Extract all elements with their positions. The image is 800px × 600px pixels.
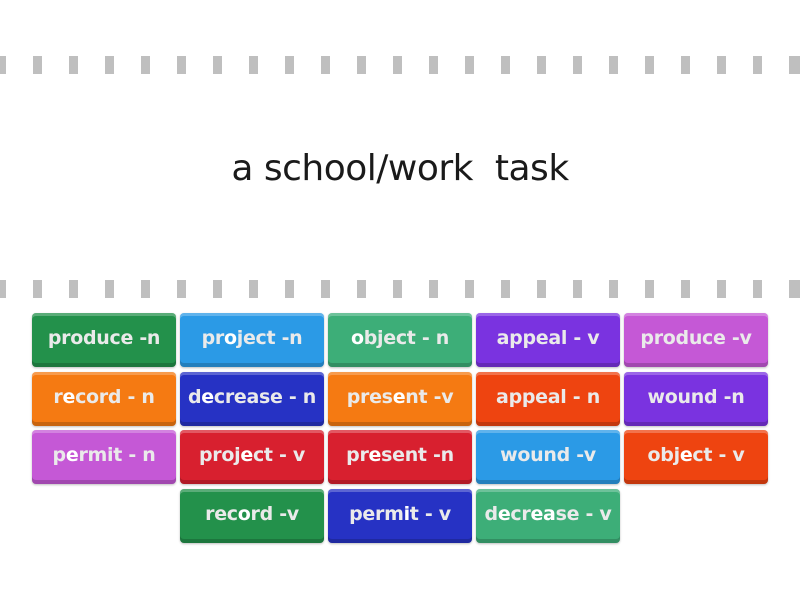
tile-stressed-letters: e: [62, 385, 76, 408]
tile-label-part: proj: [199, 444, 241, 466]
tile-label-part: pres: [346, 385, 393, 408]
tile-label-part: pr: [346, 444, 369, 466]
tile-stressed-letters: o: [223, 327, 237, 349]
answer-tile[interactable]: present -n: [328, 430, 472, 484]
tile-label-part: p: [52, 444, 67, 466]
tile-label-part: crease - n: [213, 385, 317, 408]
answer-tile[interactable]: object - v: [624, 430, 768, 484]
answer-tile[interactable]: decrease - v: [476, 488, 620, 543]
tile-stressed-letters: e: [201, 385, 214, 408]
tile-label-part: wound -v: [500, 444, 596, 466]
tile-stressed-letters: e: [240, 444, 253, 466]
tile-stressed-letters: o: [350, 327, 364, 349]
tile-label-part: cord - n: [75, 385, 155, 408]
tile-stressed-letters: e: [392, 385, 406, 408]
tile-label-part: wound -n: [647, 385, 745, 408]
tile-label-part: nt -v: [405, 385, 454, 408]
tile-stressed-letters: e: [679, 444, 693, 466]
tile-label-part: ct - v: [692, 444, 745, 466]
tile-label-part: appeal - n: [496, 385, 600, 408]
answer-tile[interactable]: appeal - n: [476, 371, 620, 426]
tile-label-part: t - v: [409, 502, 451, 525]
answer-tile[interactable]: appeal - v: [476, 313, 620, 367]
tile-stressed-letters: ea: [530, 502, 556, 525]
tile-label-part: produce -v: [640, 327, 752, 349]
tile-label-part: ject -n: [236, 327, 303, 349]
tile-label-part: rec: [205, 502, 238, 525]
answer-tile[interactable]: produce -v: [624, 313, 768, 367]
tile-label-part: produce -n: [47, 327, 161, 349]
tile-label-part: pr: [201, 327, 225, 349]
tile-label-part: d: [484, 502, 499, 525]
tile-label-part: appeal - v: [496, 327, 600, 349]
tile-stressed-letters: e: [497, 502, 511, 525]
tile-label-part: obj: [647, 444, 681, 466]
tile-label-part: perm: [349, 502, 404, 525]
answer-tile[interactable]: permit - v: [328, 488, 472, 543]
drop-zone-divider-top: [0, 56, 800, 74]
prompt-text: a school/work task: [231, 148, 569, 189]
answer-tile[interactable]: project -n: [180, 313, 324, 367]
tile-label-part: se - v: [555, 502, 612, 525]
answer-tile[interactable]: decrease - n: [180, 371, 324, 426]
answer-tile[interactable]: project - v: [180, 430, 324, 484]
answer-tile[interactable]: present -v: [328, 371, 472, 426]
tile-label-part: d: [187, 385, 202, 408]
answer-tile[interactable]: wound -v: [476, 430, 620, 484]
answer-tile[interactable]: produce -n: [32, 313, 176, 367]
tile-label-part: rmit - n: [78, 444, 156, 466]
tile-label-part: ct - v: [252, 444, 305, 466]
tile-stressed-letters: e: [65, 444, 79, 466]
answer-tile[interactable]: record - n: [32, 371, 176, 426]
tile-label-part: bject - n: [363, 327, 450, 349]
drop-zone-divider-bottom: [0, 280, 800, 298]
tile-label-part: cr: [510, 502, 531, 525]
answer-tile[interactable]: permit - n: [32, 430, 176, 484]
tile-label-part: sent -n: [381, 444, 454, 466]
tile-label-part: rd -v: [250, 502, 300, 525]
answer-tile[interactable]: wound -n: [624, 371, 768, 426]
answer-tile[interactable]: object - n: [328, 313, 472, 367]
answer-tile[interactable]: record -v: [180, 488, 324, 543]
tile-stressed-letters: e: [368, 444, 382, 466]
tile-stressed-letters: o: [237, 502, 251, 525]
